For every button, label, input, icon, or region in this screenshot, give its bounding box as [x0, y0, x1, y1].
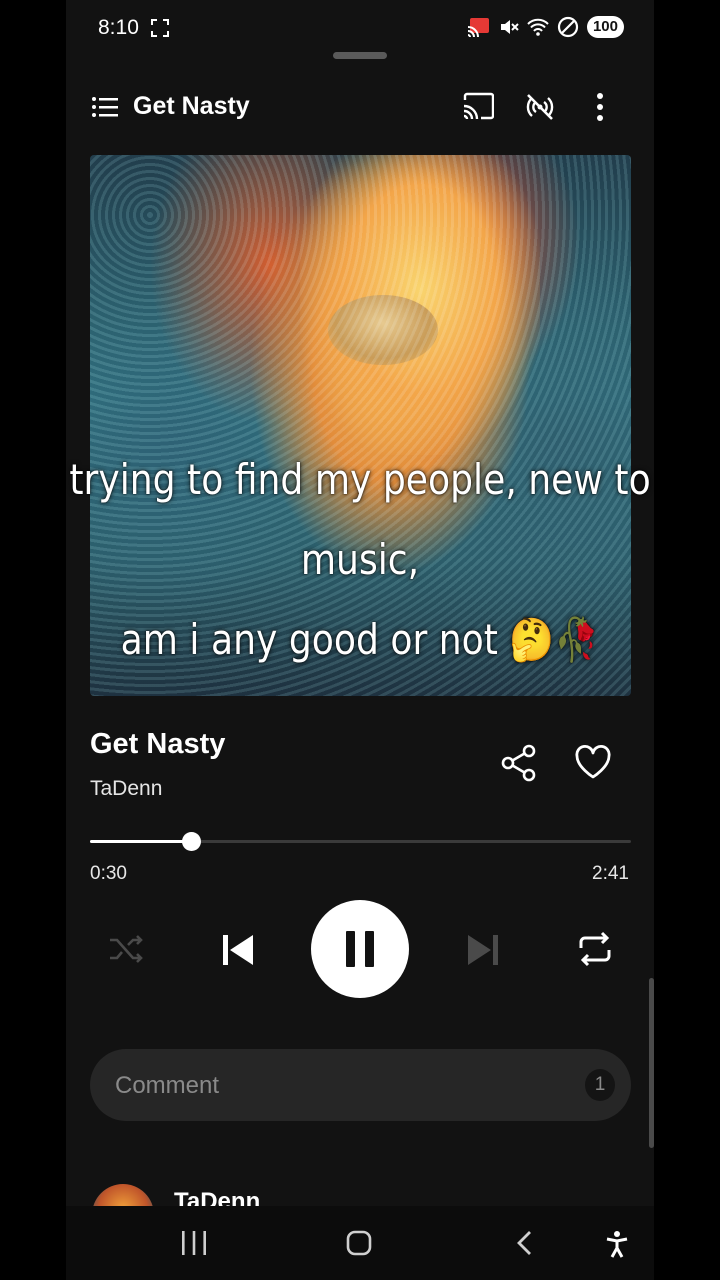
caption-line: trying to find my people, new to — [69, 455, 651, 504]
status-time: 8:10 — [98, 16, 139, 39]
cast-icon[interactable] — [462, 92, 494, 120]
next-icon[interactable] — [465, 932, 501, 968]
drag-handle[interactable] — [333, 52, 387, 59]
status-icons: 100 — [467, 16, 624, 38]
battery-indicator: 100 — [586, 16, 624, 38]
wifi-icon — [527, 18, 549, 36]
mute-icon — [500, 20, 519, 34]
pause-icon — [365, 931, 374, 967]
header-title: Get Nasty — [133, 92, 250, 120]
recent-apps-icon[interactable] — [180, 1230, 208, 1256]
total-duration: 2:41 — [592, 863, 629, 884]
player-header: Get Nasty — [66, 82, 654, 132]
cast-active-icon — [467, 18, 489, 37]
track-artist[interactable]: TaDenn — [90, 777, 162, 801]
progress-slider[interactable] — [90, 832, 631, 852]
screen-record-icon — [151, 19, 169, 37]
dnd-icon — [557, 16, 579, 38]
previous-icon[interactable] — [220, 932, 256, 968]
track-title: Get Nasty — [90, 728, 226, 760]
back-icon[interactable] — [514, 1230, 534, 1256]
radio-icon[interactable] — [524, 92, 556, 122]
home-icon[interactable] — [346, 1230, 372, 1256]
video-caption-overlay: trying to find my people, new to music, … — [50, 440, 669, 680]
comment-count-badge: 1 — [585, 1069, 615, 1101]
accessibility-icon[interactable] — [605, 1230, 629, 1258]
menu-icon[interactable] — [92, 95, 118, 119]
comment-input[interactable]: Comment 1 — [90, 1049, 631, 1121]
more-vertical-icon[interactable] — [590, 92, 610, 122]
pause-button[interactable] — [311, 900, 409, 998]
heart-icon[interactable] — [574, 744, 612, 780]
elapsed-time: 0:30 — [90, 863, 127, 884]
caption-line: am i any good or not 🤔🥀 — [120, 615, 600, 664]
progress-fill — [90, 840, 191, 843]
scrollbar[interactable] — [649, 978, 654, 1148]
pause-icon — [346, 931, 355, 967]
progress-thumb[interactable] — [181, 832, 201, 851]
caption-line: music, — [300, 535, 420, 584]
shuffle-icon[interactable] — [108, 932, 144, 966]
system-nav-bar — [66, 1206, 654, 1280]
repeat-icon[interactable] — [577, 930, 613, 968]
share-icon[interactable] — [500, 744, 538, 782]
status-bar: 8:10 100 — [66, 0, 654, 56]
comment-placeholder: Comment — [115, 1072, 220, 1099]
